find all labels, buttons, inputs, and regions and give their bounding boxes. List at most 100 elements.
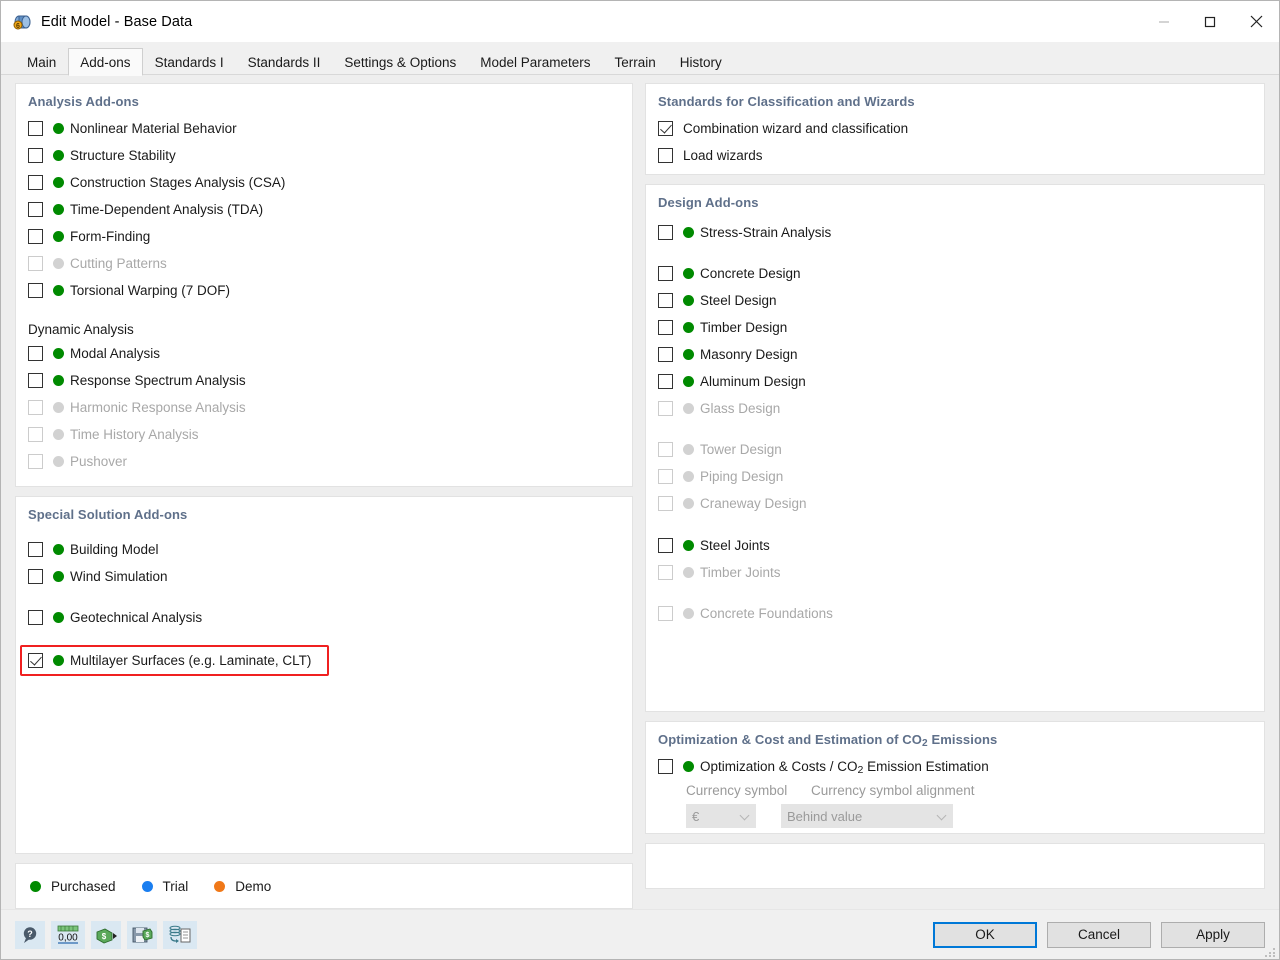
checkbox-building-model[interactable] — [28, 542, 43, 557]
row-time-history-analysis: Time History Analysis — [28, 421, 620, 448]
checkbox-multilayer-surfaces[interactable] — [28, 653, 43, 668]
panel-title-optimization: Optimization & Cost and Estimation of CO… — [646, 722, 1264, 753]
label-pushover: Pushover — [70, 454, 127, 469]
chevron-down-icon — [937, 811, 947, 821]
checkbox-time-dependent-analysis[interactable] — [28, 202, 43, 217]
row-piping-design: Piping Design — [658, 463, 1252, 490]
checkbox-geotechnical-analysis[interactable] — [28, 610, 43, 625]
tab-settings-options[interactable]: Settings & Options — [332, 48, 468, 75]
panel-standards-wizards: Standards for Classification and Wizards… — [645, 83, 1265, 175]
checkbox-masonry-design[interactable] — [658, 347, 673, 362]
checkbox-structure-stability[interactable] — [28, 148, 43, 163]
help-search-icon[interactable]: ? — [15, 921, 45, 949]
checkbox-construction-stages-analysis[interactable] — [28, 175, 43, 190]
tab-model-parameters[interactable]: Model Parameters — [468, 48, 602, 75]
row-geotechnical-analysis[interactable]: Geotechnical Analysis — [28, 604, 620, 631]
row-combination-wizard[interactable]: Combination wizard and classification — [658, 115, 1252, 142]
checkbox-combination-wizard[interactable] — [658, 121, 673, 136]
status-dot-purchased — [683, 376, 694, 387]
checkbox-form-finding[interactable] — [28, 229, 43, 244]
ok-button[interactable]: OK — [933, 922, 1037, 948]
row-response-spectrum-analysis[interactable]: Response Spectrum Analysis — [28, 367, 620, 394]
close-icon[interactable] — [1233, 1, 1279, 42]
subsection-title-dynamic-analysis: Dynamic Analysis — [28, 318, 620, 340]
checkbox-optimization-costs[interactable] — [658, 759, 673, 774]
cancel-button[interactable]: Cancel — [1047, 922, 1151, 948]
label-load-wizards: Load wizards — [683, 148, 763, 163]
tab-standards-ii[interactable]: Standards II — [236, 48, 333, 75]
checkbox-steel-design[interactable] — [658, 293, 673, 308]
panel-title-standards-wizards: Standards for Classification and Wizards — [646, 84, 1264, 115]
checkbox-concrete-design[interactable] — [658, 266, 673, 281]
checkbox-wind-simulation[interactable] — [28, 569, 43, 584]
checkbox-response-spectrum-analysis[interactable] — [28, 373, 43, 388]
label-currency-symbol: Currency symbol — [686, 783, 811, 802]
copy-document-icon[interactable] — [163, 921, 197, 949]
row-multilayer-surfaces[interactable]: Multilayer Surfaces (e.g. Laminate, CLT) — [20, 645, 329, 676]
row-aluminum-design[interactable]: Aluminum Design — [658, 368, 1252, 395]
status-dot-purchased — [683, 349, 694, 360]
checkbox-timber-design[interactable] — [658, 320, 673, 335]
panel-title-special-addons: Special Solution Add-ons — [16, 497, 632, 528]
checkbox-load-wizards[interactable] — [658, 148, 673, 163]
row-torsional-warping[interactable]: Torsional Warping (7 DOF) — [28, 277, 620, 304]
label-concrete-foundations: Concrete Foundations — [700, 606, 833, 621]
select-currency-symbol: € — [686, 804, 756, 828]
tab-history[interactable]: History — [668, 48, 734, 75]
row-stress-strain-analysis[interactable]: Stress-Strain Analysis — [658, 219, 1252, 246]
legend-label-purchased: Purchased — [51, 879, 116, 894]
checkbox-concrete-foundations — [658, 606, 673, 621]
row-optimization-costs[interactable]: Optimization & Costs / CO2 Emission Esti… — [658, 753, 1252, 780]
row-concrete-design[interactable]: Concrete Design — [658, 260, 1252, 287]
maximize-icon[interactable] — [1187, 1, 1233, 42]
tab-add-ons[interactable]: Add-ons — [68, 48, 142, 76]
checkbox-glass-design — [658, 401, 673, 416]
apply-button[interactable]: Apply — [1161, 922, 1265, 948]
status-dot-purchased — [53, 348, 64, 359]
save-money-icon[interactable]: $ — [127, 921, 157, 949]
checkbox-aluminum-design[interactable] — [658, 374, 673, 389]
row-structure-stability[interactable]: Structure Stability — [28, 142, 620, 169]
row-wind-simulation[interactable]: Wind Simulation — [28, 563, 620, 590]
label-cutting-patterns: Cutting Patterns — [70, 256, 167, 271]
optimization-label-subscript: 2 — [858, 764, 864, 776]
row-construction-stages-analysis[interactable]: Construction Stages Analysis (CSA) — [28, 169, 620, 196]
status-dot-purchased — [683, 227, 694, 238]
tab-main[interactable]: Main — [15, 48, 68, 75]
checkbox-stress-strain-analysis[interactable] — [658, 225, 673, 240]
checkbox-torsional-warping[interactable] — [28, 283, 43, 298]
minimize-icon[interactable] — [1141, 1, 1187, 42]
checkbox-modal-analysis[interactable] — [28, 346, 43, 361]
label-tower-design: Tower Design — [700, 442, 782, 457]
status-dot-unavailable — [683, 567, 694, 578]
status-dot-unavailable — [683, 608, 694, 619]
status-dot-unavailable — [53, 429, 64, 440]
label-glass-design: Glass Design — [700, 401, 780, 416]
row-nonlinear-material-behavior[interactable]: Nonlinear Material Behavior — [28, 115, 620, 142]
resize-grip[interactable] — [1264, 944, 1276, 956]
row-masonry-design[interactable]: Masonry Design — [658, 341, 1252, 368]
tab-standards-i[interactable]: Standards I — [143, 48, 236, 75]
checkbox-steel-joints[interactable] — [658, 538, 673, 553]
units-0-00-icon[interactable]: 0,00 — [51, 921, 85, 949]
label-nonlinear-material-behavior: Nonlinear Material Behavior — [70, 121, 237, 136]
status-dot-purchased — [683, 322, 694, 333]
checkbox-nonlinear-material-behavior[interactable] — [28, 121, 43, 136]
row-form-finding[interactable]: Form-Finding — [28, 223, 620, 250]
row-building-model[interactable]: Building Model — [28, 536, 620, 563]
row-load-wizards[interactable]: Load wizards — [658, 142, 1252, 169]
export-money-icon[interactable]: $ — [91, 921, 121, 949]
select-currency-alignment: Behind value — [781, 804, 953, 828]
row-time-dependent-analysis[interactable]: Time-Dependent Analysis (TDA) — [28, 196, 620, 223]
tab-terrain[interactable]: Terrain — [603, 48, 668, 75]
row-modal-analysis[interactable]: Modal Analysis — [28, 340, 620, 367]
row-steel-joints[interactable]: Steel Joints — [658, 532, 1252, 559]
status-dot-purchased — [53, 177, 64, 188]
status-dot-purchased — [53, 612, 64, 623]
row-timber-joints: Timber Joints — [658, 559, 1252, 586]
checkbox-cutting-patterns — [28, 256, 43, 271]
label-piping-design: Piping Design — [700, 469, 783, 484]
row-steel-design[interactable]: Steel Design — [658, 287, 1252, 314]
left-column: Analysis Add-ons Nonlinear Material Beha… — [15, 83, 633, 909]
row-timber-design[interactable]: Timber Design — [658, 314, 1252, 341]
